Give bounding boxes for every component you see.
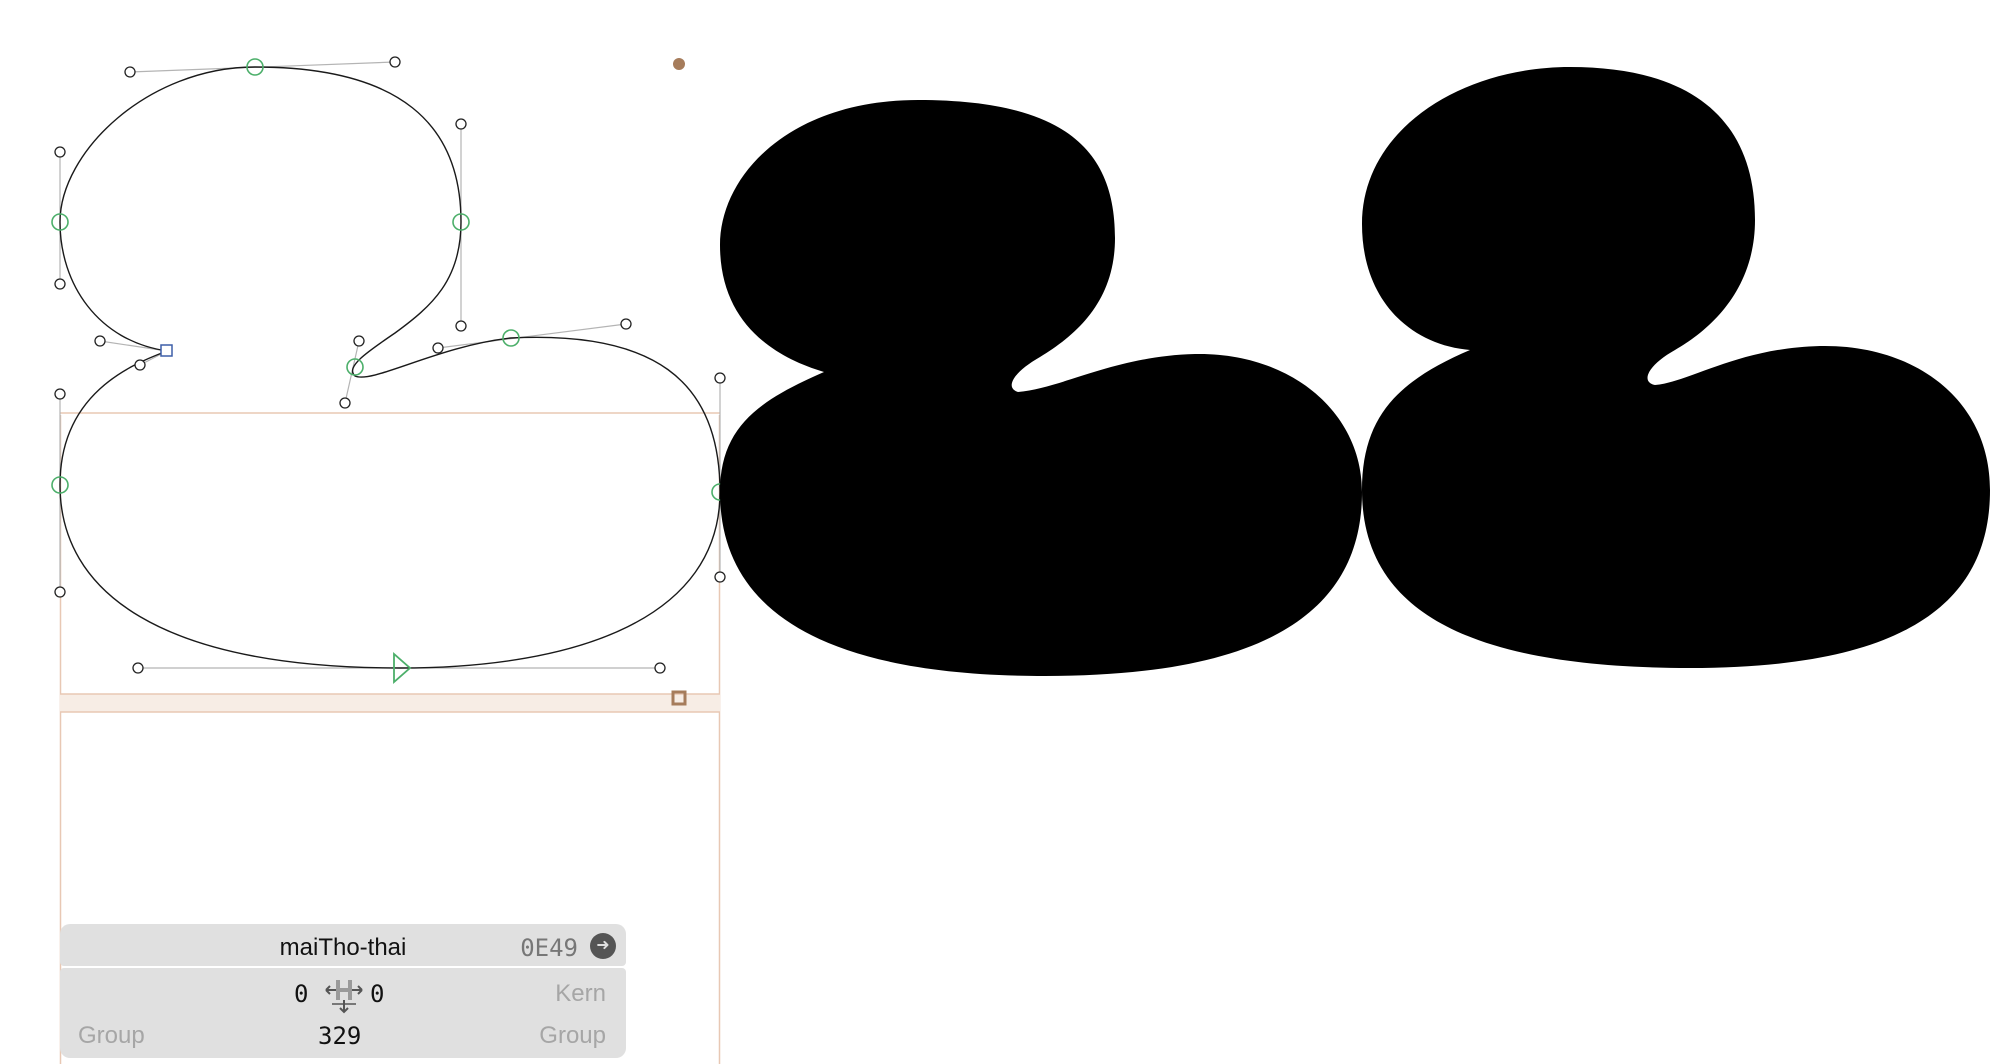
glyph-name-bar: maiTho-thai 0E49 ➜ xyxy=(60,924,626,966)
top-anchor[interactable] xyxy=(673,58,685,70)
off-curve-points[interactable] xyxy=(54,56,726,674)
glyph-metrics-bar: 0 0 Kern Group 329 Group xyxy=(60,968,626,1058)
glyph-info-panel: maiTho-thai 0E49 ➜ 0 0 Kern Group 329 Gr… xyxy=(60,924,626,1058)
bezier-handles xyxy=(59,61,721,669)
preview-glyph-2 xyxy=(1362,67,1990,668)
on-curve-nodes[interactable] xyxy=(51,58,729,501)
left-group-field[interactable]: Group xyxy=(78,1022,145,1050)
start-node[interactable] xyxy=(160,344,173,357)
baseline-band xyxy=(60,694,720,712)
sidebearing-metrics-icon xyxy=(325,980,363,1014)
preview-glyph-1 xyxy=(720,100,1362,676)
left-sidebearing-field[interactable]: 0 xyxy=(294,980,308,1008)
glyph-outline[interactable] xyxy=(59,66,721,669)
right-group-field[interactable]: Group xyxy=(539,1022,606,1050)
glyph-edit-canvas[interactable] xyxy=(0,0,2012,1064)
kern-field[interactable]: Kern xyxy=(555,980,606,1008)
right-sidebearing-field[interactable]: 0 xyxy=(370,980,384,1008)
width-field[interactable]: 329 xyxy=(318,1022,361,1050)
unicode-value[interactable]: 0E49 xyxy=(520,934,578,962)
arrow-right-circle-icon[interactable]: ➜ xyxy=(590,933,616,959)
